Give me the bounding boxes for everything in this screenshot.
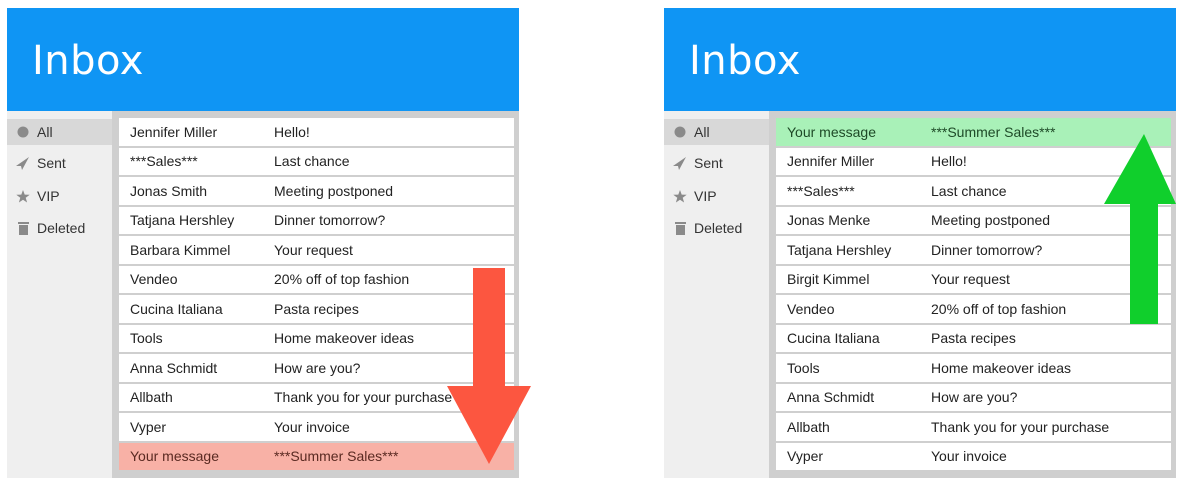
message-subject: Your invoice [931,448,1007,465]
message-sender: Barbara Kimmel [130,241,231,258]
message-row[interactable]: Cucina Italiana Pasta recipes [776,324,1171,354]
circle-icon [15,125,31,139]
sidebar-item-deleted[interactable]: Deleted [7,215,112,241]
message-sender: Jennifer Miller [787,153,875,170]
sidebar-item-label: All [694,124,710,140]
message-row[interactable]: Barbara Kimmel Your request [119,236,514,266]
message-subject: How are you? [931,389,1018,406]
message-sender: Tools [787,359,820,376]
message-sender: Your message [130,448,219,465]
message-sender: Birgit Kimmel [787,271,870,288]
message-subject: ***Summer Sales*** [274,448,399,465]
sidebar-item-label: All [37,124,53,140]
message-sender: Vendeo [787,300,835,317]
message-subject: Hello! [931,153,967,170]
message-sender: Allbath [130,389,173,406]
message-row[interactable]: ***Sales*** Last chance [119,147,514,177]
star-icon [672,189,688,203]
sidebar-item-vip[interactable]: VIP [664,183,769,209]
inbox-panel-before: Inbox All Sent VIP Deleted Jennifer Mill… [7,8,531,478]
message-sender: Vendeo [130,271,178,288]
sidebar-item-label: Deleted [37,220,86,236]
message-subject: Meeting postponed [274,182,394,199]
inbox-title: Inbox [689,38,801,84]
message-sender: Vyper [130,418,167,435]
trash-icon [672,221,688,235]
message-sender: Allbath [787,418,830,435]
message-sender: Anna Schmidt [130,359,218,376]
message-sender: ***Sales*** [787,182,855,199]
message-subject: Last chance [931,182,1007,199]
message-sender: Tatjana Hershley [787,241,892,258]
message-row[interactable]: Jennifer Miller Hello! [119,118,514,148]
message-subject: Meeting postponed [931,212,1051,229]
message-sender: Vyper [787,448,824,465]
sidebar-item-vip[interactable]: VIP [7,183,112,209]
message-subject: Home makeover ideas [274,330,415,347]
message-subject: Dinner tomorrow? [931,241,1043,258]
inbox-title: Inbox [32,38,144,84]
message-row[interactable]: Jonas Smith Meeting postponed [119,177,514,207]
message-sender: Anna Schmidt [787,389,875,406]
message-sender: Jonas Smith [130,182,208,199]
inbox-header: Inbox [7,8,519,111]
message-sender: Cucina Italiana [787,330,880,347]
circle-icon [672,125,688,139]
sidebar-item-label: Sent [694,155,723,171]
message-subject: Pasta recipes [931,330,1016,347]
message-row[interactable]: Tatjana Hershley Dinner tomorrow? [119,206,514,236]
message-sender: Tatjana Hershley [130,212,235,229]
message-sender: Jennifer Miller [130,123,218,140]
message-subject: Your request [931,271,1010,288]
star-icon [15,189,31,203]
message-sender: Your message [787,123,876,140]
message-subject: Hello! [274,123,310,140]
send-icon [672,156,688,170]
message-row[interactable]: Vyper Your invoice [776,442,1171,472]
sidebar-item-deleted[interactable]: Deleted [664,215,769,241]
message-subject: Dinner tomorrow? [274,212,386,229]
sidebar-item-label: VIP [37,188,60,204]
message-subject: Your invoice [274,418,350,435]
arrow-up-icon [1104,134,1176,324]
message-subject: Pasta recipes [274,300,359,317]
message-subject: How are you? [274,359,361,376]
message-subject: 20% off of top fashion [274,271,410,288]
inbox-panel-after: Inbox All Sent VIP Deleted Your message *… [664,8,1176,478]
sidebar: All Sent VIP Deleted [664,111,769,478]
trash-icon [15,221,31,235]
message-subject: Home makeover ideas [931,359,1072,376]
sidebar: All Sent VIP Deleted [7,111,112,478]
sidebar-item-sent[interactable]: Sent [7,150,112,176]
message-subject: 20% off of top fashion [931,300,1067,317]
message-row[interactable]: Allbath Thank you for your purchase [776,413,1171,443]
sidebar-item-all[interactable]: All [7,119,112,145]
sidebar-item-sent[interactable]: Sent [664,150,769,176]
arrow-down-icon [447,268,531,464]
message-sender: ***Sales*** [130,153,198,170]
sidebar-item-label: Deleted [694,220,743,236]
sidebar-item-label: VIP [694,188,717,204]
message-row[interactable]: Anna Schmidt How are you? [776,383,1171,413]
message-subject: Your request [274,241,353,258]
sidebar-item-label: Sent [37,155,66,171]
send-icon [15,156,31,170]
message-sender: Jonas Menke [787,212,871,229]
inbox-header: Inbox [664,8,1176,111]
message-subject: Thank you for your purchase [274,389,453,406]
message-row[interactable]: Tools Home makeover ideas [776,354,1171,384]
message-subject: Last chance [274,153,350,170]
message-subject: Thank you for your purchase [931,418,1110,435]
message-sender: Tools [130,330,163,347]
sidebar-item-all[interactable]: All [664,119,769,145]
message-subject: ***Summer Sales*** [931,123,1056,140]
message-sender: Cucina Italiana [130,300,223,317]
